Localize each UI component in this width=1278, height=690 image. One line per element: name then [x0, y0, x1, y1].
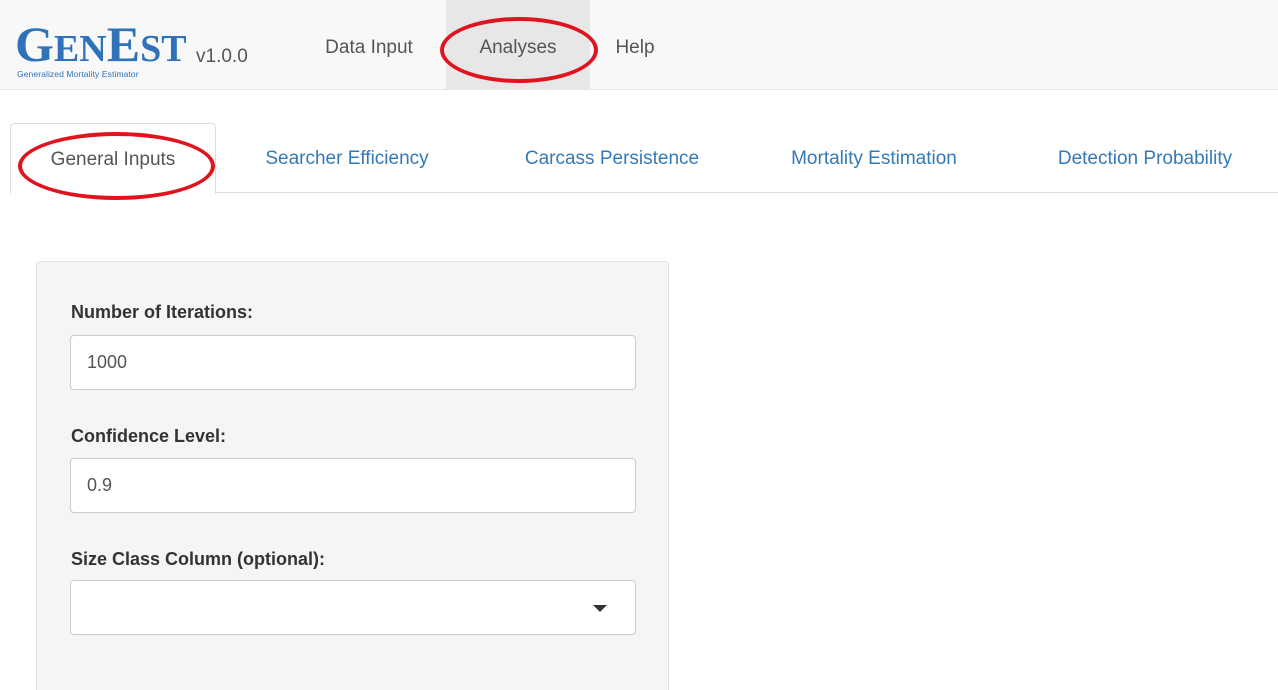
nav-help[interactable]: Help [600, 0, 670, 89]
size-class-select[interactable] [70, 580, 636, 635]
app-version: v1.0.0 [196, 46, 248, 67]
size-class-label: Size Class Column (optional): [71, 549, 326, 569]
tab-general-inputs[interactable]: General Inputs [10, 123, 216, 194]
tab-carcass-persistence[interactable]: Carcass Persistence [494, 123, 730, 193]
tab-mortality-estimation[interactable]: Mortality Estimation [758, 123, 990, 193]
general-inputs-panel: Number of Iterations: 1000 Confidence Le… [36, 261, 669, 690]
logo-wordmark: GENEST [15, 16, 187, 72]
analysis-tabs: General Inputs Searcher Efficiency Carca… [10, 123, 1278, 194]
logo-subtitle: Generalized Mortality Estimator [17, 69, 139, 79]
iterations-input[interactable]: 1000 [70, 335, 636, 390]
top-navbar: GENEST Generalized Mortality Estimator v… [0, 0, 1278, 90]
tab-detection-probability[interactable]: Detection Probability [1018, 123, 1272, 193]
genest-logo[interactable]: GENEST Generalized Mortality Estimator [15, 16, 187, 91]
tab-searcher-efficiency[interactable]: Searcher Efficiency [236, 123, 458, 193]
caret-down-icon [593, 605, 607, 612]
nav-analyses[interactable]: Analyses [446, 0, 590, 89]
iterations-label: Number of Iterations: [71, 302, 254, 322]
confidence-label: Confidence Level: [71, 426, 227, 446]
confidence-input[interactable]: 0.9 [70, 458, 636, 513]
nav-data-input[interactable]: Data Input [296, 0, 442, 89]
